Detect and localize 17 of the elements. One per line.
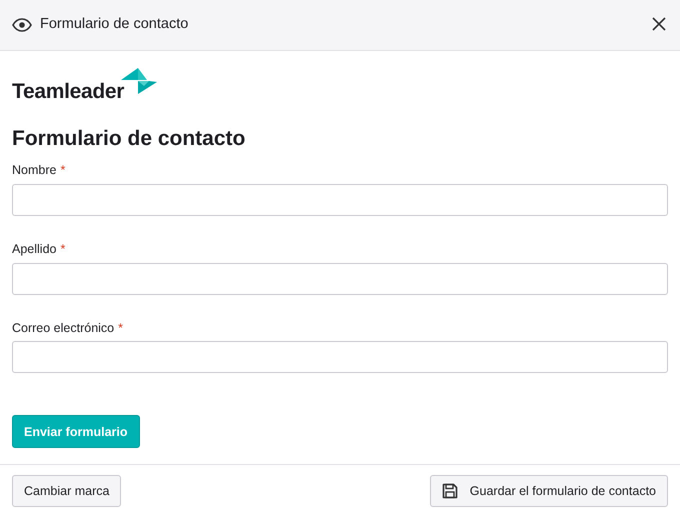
field-label: Nombre xyxy=(12,162,56,180)
change-brand-button[interactable]: Cambiar marca xyxy=(12,475,122,508)
field-label: Apellido xyxy=(12,240,56,258)
input-field[interactable] xyxy=(12,262,668,295)
window-title: Formulario de contacto xyxy=(40,15,188,34)
eye-icon xyxy=(12,18,32,32)
field-label: Correo electrónico xyxy=(12,320,114,337)
input-field[interactable] xyxy=(12,341,668,374)
save-icon xyxy=(442,483,458,500)
input-field[interactable] xyxy=(12,184,668,216)
required-mark: * xyxy=(60,162,66,180)
close-button[interactable] xyxy=(652,17,668,33)
form-title: Formulario de contacto xyxy=(12,126,246,152)
save-button[interactable]: Guardar el formulario de contacto xyxy=(430,475,668,508)
required-mark: * xyxy=(118,320,124,337)
logo-text: Teamleader xyxy=(12,81,124,102)
required-mark: * xyxy=(60,240,66,258)
